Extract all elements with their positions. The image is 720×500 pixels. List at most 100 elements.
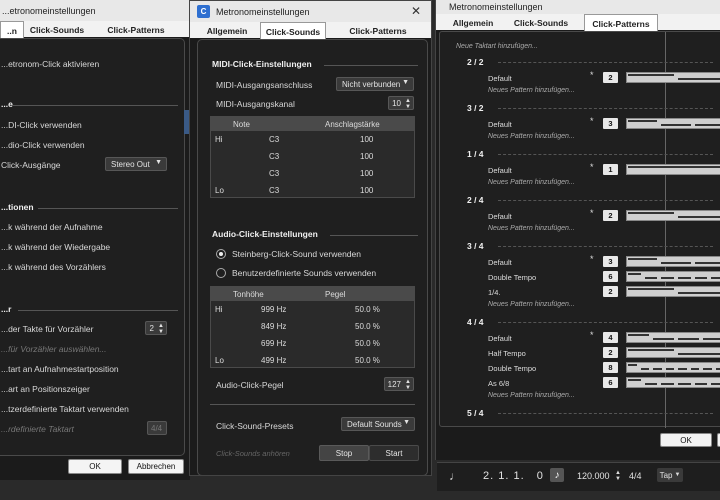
table-row[interactable]: 849 Hz 50.0 % (211, 318, 414, 335)
add-pattern-link[interactable]: Neues Pattern hinzufügen... (488, 179, 575, 186)
beat[interactable] (690, 368, 699, 370)
beat-count[interactable]: 6 (603, 377, 618, 388)
beat[interactable] (678, 78, 720, 80)
signature-display[interactable]: 4/4 (629, 471, 642, 481)
level-cell[interactable]: 50.0 % (355, 322, 380, 331)
custom-sounds-label[interactable]: Benutzerdefinierte Sounds verwenden (232, 268, 376, 278)
beat[interactable] (644, 277, 658, 279)
beat[interactable] (694, 383, 708, 385)
beat-count[interactable]: 2 (603, 72, 618, 83)
beat[interactable] (653, 368, 662, 370)
ok-button[interactable]: OK (660, 433, 712, 447)
note-cell[interactable]: C3 (269, 186, 279, 195)
beat[interactable] (703, 338, 720, 340)
accent-beat[interactable] (628, 258, 658, 260)
tab-click-patterns[interactable]: Click-Patterns (342, 23, 414, 38)
audio-level-stepper[interactable]: 127 ▲ ▼ (384, 377, 414, 391)
beat[interactable] (694, 124, 720, 126)
precount-start-at-record-option[interactable]: ...tart an Aufnahmestartposition (1, 364, 119, 374)
table-row[interactable]: Hi C3 100 (211, 131, 414, 148)
note-cell[interactable]: C3 (269, 152, 279, 161)
pattern-name[interactable]: As 6/8 (488, 379, 509, 388)
midi-output-dropdown[interactable]: Nicht verbunden ▼ (336, 77, 414, 91)
velocity-cell[interactable]: 100 (360, 152, 373, 161)
beat[interactable] (711, 277, 720, 279)
tap-tempo-button[interactable]: Tap ▼ (657, 468, 683, 482)
add-pattern-link[interactable]: Neues Pattern hinzufügen... (488, 87, 575, 94)
use-midi-click-option[interactable]: ...DI-Click verwenden (1, 120, 82, 130)
tab-general[interactable]: ..n (0, 21, 24, 39)
beat-count[interactable]: 1 (603, 164, 618, 175)
level-cell[interactable]: 50.0 % (355, 305, 380, 314)
stepper-arrows-icon[interactable]: ▲ ▼ (405, 97, 411, 110)
add-pattern-link[interactable]: Neues Pattern hinzufügen... (488, 133, 575, 140)
steinberg-click-radio[interactable] (216, 249, 226, 259)
pattern-bar[interactable] (626, 271, 720, 282)
add-pattern-link[interactable]: Neues Pattern hinzufügen... (488, 392, 575, 399)
precount-bars-stepper[interactable]: 2 ▲ ▼ (145, 321, 167, 335)
tab-click-patterns[interactable]: Click-Patterns (100, 22, 172, 37)
accent-beat[interactable] (628, 120, 658, 122)
position-display[interactable]: 2. 1. 1. 0 (483, 470, 544, 482)
pitch-cell[interactable]: 849 Hz (261, 322, 286, 331)
pattern-bar[interactable] (626, 72, 720, 83)
tempo-track-icon[interactable]: ♩ (449, 469, 461, 483)
pitch-cell[interactable]: 499 Hz (261, 356, 286, 365)
pattern-bar[interactable] (626, 377, 720, 388)
beat[interactable] (665, 368, 674, 370)
beat[interactable] (678, 383, 691, 385)
click-outputs-dropdown[interactable]: Stereo Out ▼ (105, 157, 167, 171)
click-during-record-option[interactable]: ...k während der Aufnahme (1, 222, 103, 232)
pattern-bar[interactable] (626, 164, 720, 175)
ok-button[interactable]: OK (68, 459, 122, 474)
pattern-name[interactable]: 1/4. (488, 288, 501, 297)
tab-click-sounds[interactable]: Click-Sounds (26, 22, 88, 37)
pattern-name[interactable]: Double Tempo (488, 364, 536, 373)
tab-click-sounds[interactable]: Click-Sounds (260, 22, 326, 40)
pattern-bar[interactable] (626, 362, 720, 373)
click-during-precount-option[interactable]: ...k während des Vorzählers (1, 262, 106, 272)
table-row[interactable]: 699 Hz 50.0 % (211, 335, 414, 352)
accent-beat[interactable] (628, 288, 674, 290)
beat[interactable] (661, 124, 691, 126)
pattern-name[interactable]: Default (488, 334, 512, 343)
cancel-button[interactable]: Abbrechen (128, 459, 184, 474)
pattern-bar[interactable] (626, 210, 720, 221)
beat-count[interactable]: 6 (603, 271, 618, 282)
beat-count[interactable]: 3 (603, 256, 618, 267)
pitch-cell[interactable]: 699 Hz (261, 339, 286, 348)
pattern-name[interactable]: Default (488, 120, 512, 129)
beat[interactable] (678, 216, 720, 218)
accent-beat[interactable] (628, 212, 674, 214)
use-audio-click-option[interactable]: ...dio-Click verwenden (1, 140, 85, 150)
start-button[interactable]: Start (369, 445, 419, 461)
beat[interactable] (694, 277, 708, 279)
level-cell[interactable]: 50.0 % (355, 356, 380, 365)
midi-channel-stepper[interactable]: 10 ▲ ▼ (388, 96, 414, 110)
add-pattern-link[interactable]: Neues Pattern hinzufügen... (488, 225, 575, 232)
pitch-cell[interactable]: 999 Hz (261, 305, 286, 314)
table-row[interactable]: C3 100 (211, 148, 414, 165)
custom-sounds-radio[interactable] (216, 268, 226, 278)
accent-beat[interactable] (628, 364, 637, 366)
beat[interactable] (711, 383, 720, 385)
steinberg-click-label[interactable]: Steinberg-Click-Sound verwenden (232, 249, 361, 259)
note-cell[interactable]: C3 (269, 169, 279, 178)
beat[interactable] (678, 277, 691, 279)
beat[interactable] (694, 262, 720, 264)
beat[interactable] (661, 277, 674, 279)
tab-click-patterns[interactable]: Click-Patterns (584, 14, 658, 32)
beat[interactable] (678, 368, 687, 370)
close-icon[interactable]: ✕ (411, 4, 421, 18)
add-pattern-link[interactable]: Neues Pattern hinzufügen... (488, 301, 575, 308)
beat-count[interactable]: 2 (603, 210, 618, 221)
velocity-cell[interactable]: 100 (360, 135, 373, 144)
accent-beat[interactable] (628, 349, 674, 351)
accent-beat[interactable] (628, 166, 720, 168)
pattern-bar[interactable] (626, 332, 720, 343)
accent-beat[interactable] (628, 379, 641, 381)
pattern-name[interactable]: Double Tempo (488, 273, 536, 282)
tempo-stepper-icon[interactable]: ▲ ▼ (615, 470, 621, 482)
accent-beat[interactable] (628, 334, 649, 336)
beat[interactable] (715, 368, 720, 370)
